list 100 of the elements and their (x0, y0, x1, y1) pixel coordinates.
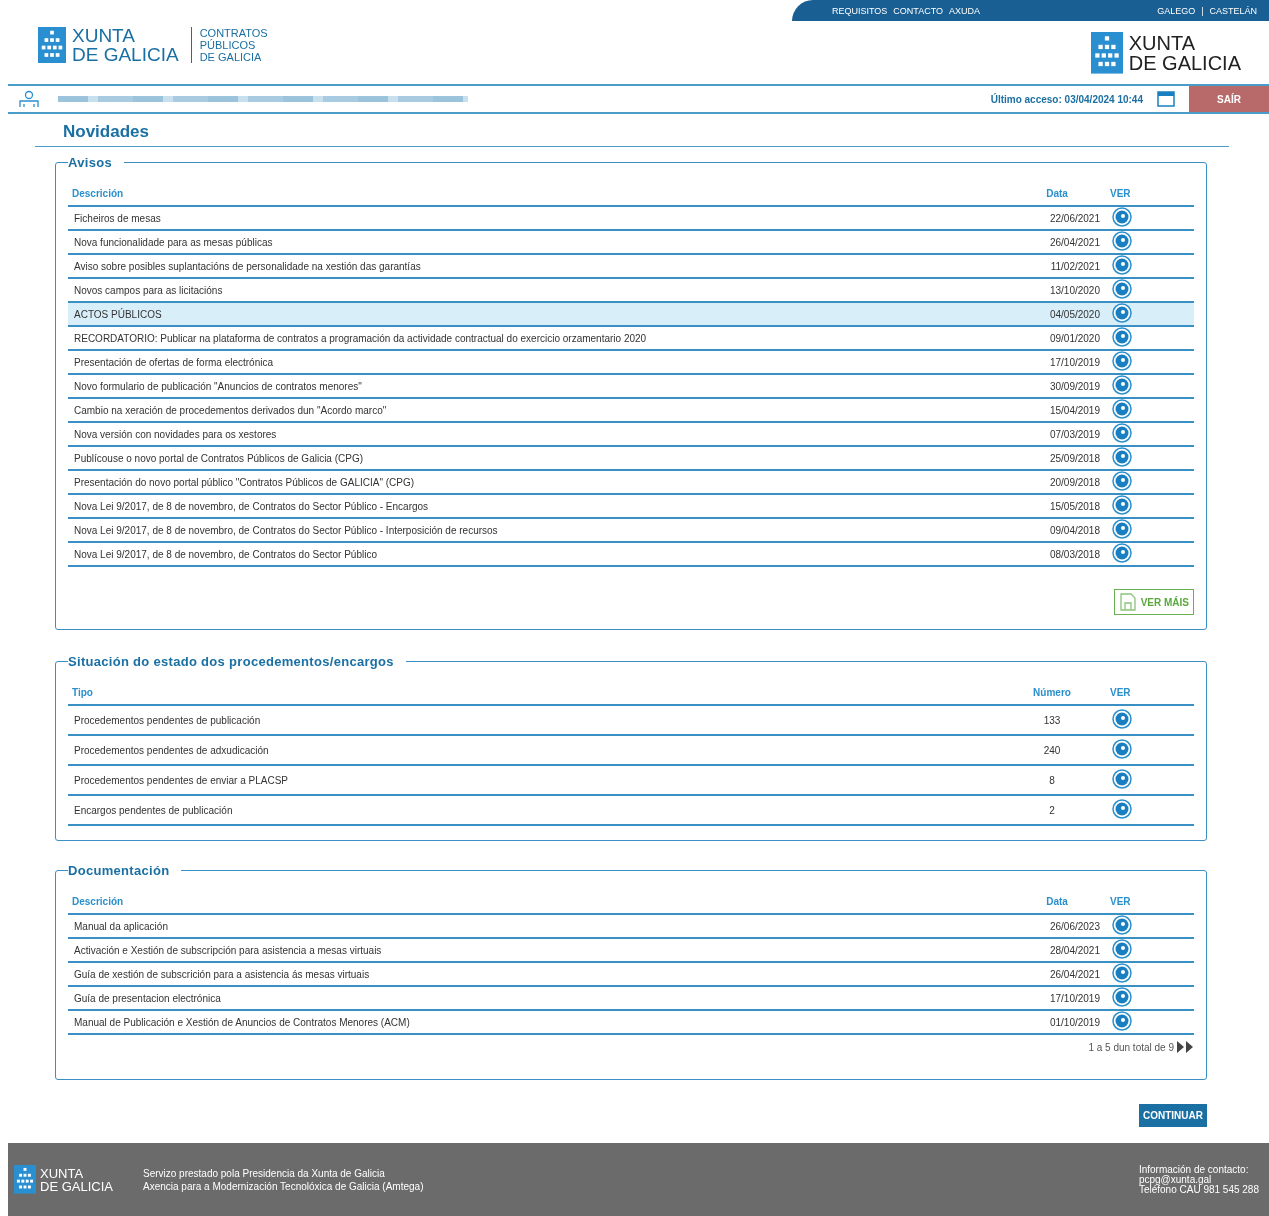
table-row[interactable]: Aviso sobre posibles suplantacións de personalidade na xestión das garantías 11/02/2021 (68, 254, 1194, 278)
table-cell: Presentación de ofertas de forma electrónica (68, 350, 1008, 374)
view-button[interactable] (1112, 447, 1132, 467)
last-access: Último acceso: 03/04/2024 10:44 (990, 93, 1143, 105)
table-cell: Procedementos pendentes de adxudicación (68, 735, 998, 765)
table-cell: 240 (998, 735, 1106, 765)
next-page-icon[interactable] (1176, 1041, 1194, 1053)
table-cell: 133 (998, 705, 1106, 735)
nav-link[interactable]: AXUDA (949, 5, 981, 16)
column-header: Número (998, 673, 1106, 705)
language-link[interactable]: GALEGO (1157, 5, 1196, 16)
table-cell: 15/05/2018 (1008, 494, 1106, 518)
table-row[interactable]: Publícouse o novo portal de Contratos Públicos de Galicia (CPG) 25/09/2018 (68, 446, 1194, 470)
view-button[interactable] (1112, 303, 1132, 323)
table-row[interactable]: Nova versión con novidades para os xestores 07/03/2019 (68, 422, 1194, 446)
eye-icon (1112, 447, 1132, 467)
table-cell: Ficheiros de mesas (68, 206, 1008, 230)
view-button[interactable] (1112, 769, 1132, 789)
crest-icon (14, 1165, 36, 1194)
table-cell: Nova funcionalidade para as mesas públicas (68, 230, 1008, 254)
eye-icon (1112, 519, 1132, 539)
eye-icon (1112, 399, 1132, 419)
view-button[interactable] (1112, 987, 1132, 1007)
view-button[interactable] (1112, 709, 1132, 729)
view-button[interactable] (1112, 399, 1132, 419)
table-cell: Encargos pendentes de publicación (68, 795, 998, 825)
portal-name: PÚBLICOS (199, 39, 257, 51)
view-button[interactable] (1112, 939, 1132, 959)
view-button[interactable] (1112, 915, 1132, 935)
eye-icon (1112, 987, 1132, 1007)
view-button[interactable] (1112, 375, 1132, 395)
pagination-text: 1 a 5 dun total de 9 (1088, 1041, 1174, 1053)
logout-button[interactable]: SAÍR (1189, 86, 1269, 112)
table-cell: Activación e Xestión de subscripción para asistencia a mesas virtuais (68, 938, 1008, 962)
language-link[interactable]: CASTELÁN (1209, 5, 1257, 16)
table-cell: 08/03/2018 (1008, 542, 1106, 566)
table-cell: 26/06/2023 (1008, 914, 1106, 938)
table-row[interactable]: Presentación de ofertas de forma electrónica 17/10/2019 (68, 350, 1194, 374)
eye-icon (1112, 279, 1132, 299)
eye-icon (1112, 799, 1132, 819)
view-button[interactable] (1112, 543, 1132, 563)
table-cell: 22/06/2021 (1008, 206, 1106, 230)
logo-text: DE GALICIA (72, 45, 179, 64)
table-row[interactable]: Nova Lei 9/2017, de 8 de novembro, de Contratos do Sector Público 08/03/2018 (68, 542, 1194, 566)
view-button[interactable] (1112, 279, 1132, 299)
column-header: Tipo (68, 673, 998, 705)
nav-link[interactable]: CONTACTO (893, 5, 944, 16)
page-title: Novidades (63, 122, 150, 142)
table-row[interactable]: ACTOS PÚBLICOS 04/05/2020 (68, 302, 1194, 326)
eye-icon (1112, 915, 1132, 935)
table-cell: 28/04/2021 (1008, 938, 1106, 962)
column-header: Descrición (68, 882, 1008, 914)
view-button[interactable] (1112, 963, 1132, 983)
column-header: Data (1008, 882, 1106, 914)
eye-icon (1112, 709, 1132, 729)
table-cell: Novo formulario de publicación "Anuncios de contratos menores" (68, 374, 1008, 398)
eye-icon (1112, 255, 1132, 275)
contact-text: Teléfono CAU 981 545 288 (1138, 1184, 1259, 1195)
view-button[interactable] (1112, 799, 1132, 819)
logo-text: DE GALICIA (1128, 52, 1241, 73)
view-button[interactable] (1112, 1011, 1132, 1031)
view-button[interactable] (1112, 495, 1132, 515)
table-row[interactable]: Presentación do novo portal público "Contratos Públicos de GALICIA" (CPG) 20/09/2018 (68, 470, 1194, 494)
table-row[interactable]: Nova funcionalidade para as mesas públicas 26/04/2021 (68, 230, 1194, 254)
eye-icon (1112, 207, 1132, 227)
continue-button[interactable]: CONTINUAR (1139, 1104, 1207, 1127)
panel-legend: Documentación (68, 863, 182, 878)
table-row[interactable]: Ficheiros de mesas 22/06/2021 (68, 206, 1194, 230)
panel-legend: Situación do estado dos procedementos/encargos (68, 654, 406, 669)
nav-link[interactable]: REQUISITOS (832, 5, 888, 16)
table-cell: Nova Lei 9/2017, de 8 de novembro, de Contratos do Sector Público (68, 542, 1008, 566)
table-cell: Cambio na xeración de procedementos derivados dun "Acordo marco" (68, 398, 1008, 422)
eye-icon (1112, 375, 1132, 395)
view-button[interactable] (1112, 739, 1132, 759)
view-button[interactable] (1112, 471, 1132, 491)
calendar-icon[interactable] (1157, 91, 1175, 107)
eye-icon (1112, 231, 1132, 251)
table-cell: Guía de xestión de subscrición para a asistencia ás mesas virtuais (68, 962, 1008, 986)
eye-icon (1112, 939, 1132, 959)
view-button[interactable] (1112, 351, 1132, 371)
table-cell: Aviso sobre posibles suplantacións de personalidade na xestión das garantías (68, 254, 1008, 278)
view-button[interactable] (1112, 207, 1132, 227)
eye-icon (1112, 495, 1132, 515)
view-button[interactable] (1112, 255, 1132, 275)
view-button[interactable] (1112, 423, 1132, 443)
table-cell: 8 (998, 765, 1106, 795)
table-row[interactable]: Nova Lei 9/2017, de 8 de novembro, de Contratos do Sector Público - Interposición de recursos 09/04/2018 (68, 518, 1194, 542)
table-cell: 09/01/2020 (1008, 326, 1106, 350)
table-row[interactable]: Nova Lei 9/2017, de 8 de novembro, de Contratos do Sector Público - Encargos 15/05/2018 (68, 494, 1194, 518)
contact-text: Información de contacto: (1138, 1164, 1250, 1175)
table-row[interactable]: RECORDATORIO: Publicar na plataforma de contratos a programación da actividade contractual do exercicio orzamentario 2020 09/01/2020 (68, 326, 1194, 350)
view-button[interactable] (1112, 327, 1132, 347)
table-cell: Procedementos pendentes de publicación (68, 705, 998, 735)
table-row[interactable]: Novo formulario de publicación "Anuncios de contratos menores" 30/09/2019 (68, 374, 1194, 398)
document-icon (1118, 593, 1137, 611)
view-button[interactable] (1112, 231, 1132, 251)
table-row[interactable]: Cambio na xeración de procedementos derivados dun "Acordo marco" 15/04/2019 (68, 398, 1194, 422)
portal-name: CONTRATOS (199, 27, 268, 39)
view-button[interactable] (1112, 519, 1132, 539)
table-cell: 04/05/2020 (1008, 302, 1106, 326)
